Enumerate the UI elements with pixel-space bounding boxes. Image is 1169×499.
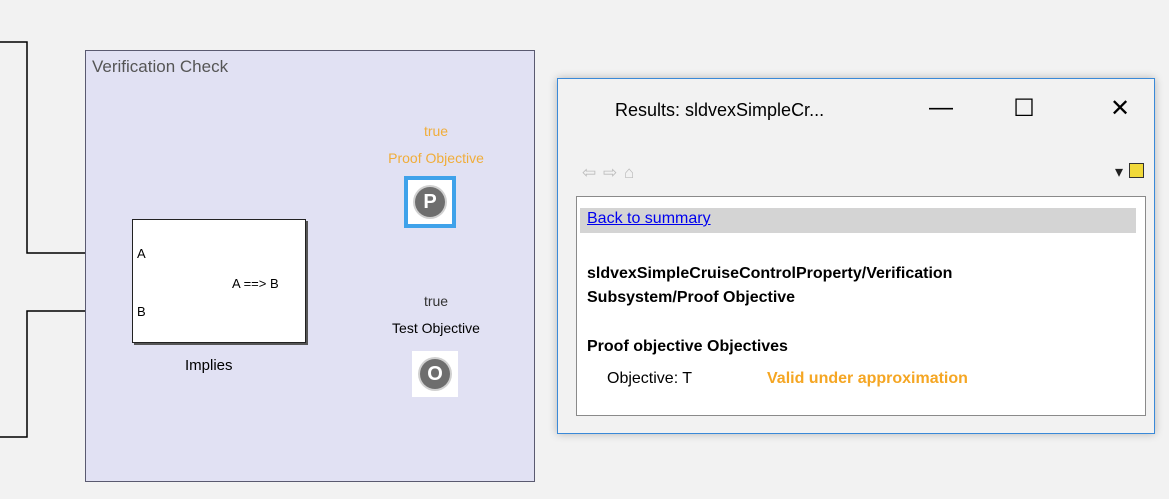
close-button[interactable]: ✕ bbox=[1100, 94, 1140, 123]
proof-objective-block[interactable]: P bbox=[404, 176, 456, 228]
dropdown-icon[interactable]: ▾ bbox=[1115, 162, 1123, 182]
port-b-label: B bbox=[137, 304, 146, 319]
minimize-button[interactable]: — bbox=[921, 94, 961, 122]
implies-block[interactable] bbox=[132, 219, 306, 343]
proof-objective-value: true bbox=[423, 123, 449, 139]
objective-label: Objective: T bbox=[607, 370, 693, 387]
nav-toolbar: ⇦ ⇨ ⌂ bbox=[582, 163, 635, 183]
objective-status: Valid under approximation bbox=[767, 370, 968, 387]
forward-arrow-icon[interactable]: ⇨ bbox=[603, 163, 618, 182]
port-a-label: A bbox=[137, 246, 146, 261]
back-to-summary-link[interactable]: Back to summary bbox=[587, 210, 711, 228]
implies-caption: Implies bbox=[185, 357, 233, 374]
output-label: A ==> B bbox=[232, 276, 279, 291]
test-objective-value: true bbox=[423, 293, 449, 309]
test-objective-icon: O bbox=[420, 359, 450, 389]
objective-path-line1: sldvexSimpleCruiseControlProperty/Verifi… bbox=[587, 265, 953, 282]
proof-objective-icon: P bbox=[415, 187, 445, 217]
objectives-heading: Proof objective Objectives bbox=[587, 338, 788, 355]
settings-icon[interactable] bbox=[1129, 163, 1144, 178]
maximize-button[interactable]: ☐ bbox=[1004, 94, 1044, 123]
test-objective-name: Test Objective bbox=[392, 320, 480, 336]
objective-path-line2: Subsystem/Proof Objective bbox=[587, 289, 796, 306]
proof-objective-name: Proof Objective bbox=[388, 150, 484, 166]
objective-path: sldvexSimpleCruiseControlProperty/Verifi… bbox=[587, 262, 1137, 310]
results-window-title: Results: sldvexSimpleCr... bbox=[615, 100, 825, 120]
test-objective-block[interactable]: O bbox=[412, 351, 458, 397]
home-icon[interactable]: ⌂ bbox=[624, 163, 635, 182]
back-arrow-icon[interactable]: ⇦ bbox=[582, 163, 597, 182]
subsystem-title: Verification Check bbox=[92, 57, 229, 76]
